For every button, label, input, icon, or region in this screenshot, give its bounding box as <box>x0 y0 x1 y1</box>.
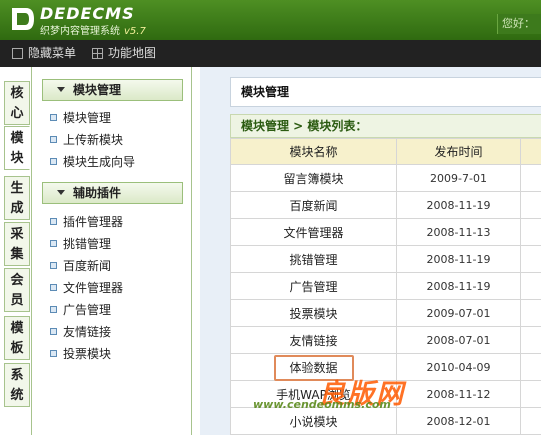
menu-group-title: 辅助插件 <box>73 186 122 200</box>
bullet-icon <box>50 136 57 143</box>
module-extra-cell <box>520 245 541 273</box>
top-toolbar: 隐藏菜单 功能地图 <box>0 40 541 67</box>
collapse-triangle-icon <box>57 87 65 92</box>
module-name-cell: 投票模块 <box>230 299 397 327</box>
function-map-label: 功能地图 <box>108 46 157 60</box>
menu-item-vote-module[interactable]: 投票模块 <box>50 345 111 363</box>
module-extra-cell <box>520 272 541 300</box>
side-tab-collect[interactable]: 采集 <box>4 222 30 266</box>
menu-item-upload-module[interactable]: 上传新模块 <box>50 131 123 149</box>
bullet-icon <box>50 158 57 165</box>
module-date-cell: 2008-11-13 <box>396 218 521 246</box>
module-name-cell: 广告管理 <box>230 272 397 300</box>
hide-menu-button[interactable]: 隐藏菜单 <box>12 46 76 61</box>
table-row[interactable]: 投票模块 2009-07-01 <box>230 299 541 327</box>
column-header-date: 发布时间 <box>396 138 521 165</box>
menu-item-label: 广告管理 <box>63 303 112 317</box>
menu-item-plugin-manager[interactable]: 插件管理器 <box>50 213 123 231</box>
menu-item-label: 模块管理 <box>63 111 112 125</box>
module-extra-cell <box>520 299 541 327</box>
module-date-cell: 2008-11-19 <box>396 245 521 273</box>
side-tab-module[interactable]: 模块 <box>4 126 30 170</box>
menu-item-file-manager[interactable]: 文件管理器 <box>50 279 123 297</box>
panel-splitter[interactable] <box>192 67 200 435</box>
menu-item-label: 投票模块 <box>63 347 112 361</box>
module-name-cell: 百度新闻 <box>230 191 397 219</box>
user-greeting: 您好： <box>497 14 541 34</box>
app-header: DEDECMS 织梦内容管理系统 v5.7 您好： <box>0 0 541 40</box>
module-date-cell: 2008-07-01 <box>396 326 521 354</box>
function-map-icon <box>92 48 103 59</box>
menu-item-label: 文件管理器 <box>63 281 124 295</box>
side-tab-system[interactable]: 系统 <box>4 363 30 407</box>
version-label: v5.7 <box>124 26 146 37</box>
menu-group-plugins[interactable]: 辅助插件 <box>42 182 183 204</box>
collapse-triangle-icon <box>57 190 65 195</box>
table-header-row: 模块名称 发布时间 <box>230 138 541 165</box>
module-date-cell: 2009-07-01 <box>396 299 521 327</box>
module-date-cell: 2008-11-19 <box>396 272 521 300</box>
brand-subtitle: 织梦内容管理系统 v5.7 <box>40 22 146 37</box>
menu-item-label: 模块生成向导 <box>63 155 136 169</box>
function-map-button[interactable]: 功能地图 <box>92 46 156 61</box>
module-name-cell: 留言簿模块 <box>230 164 397 192</box>
table-row[interactable]: 百度新闻 2008-11-19 <box>230 191 541 219</box>
dedecms-logo-icon <box>12 8 34 30</box>
menu-item-label: 插件管理器 <box>63 215 124 229</box>
bullet-icon <box>50 218 57 225</box>
bullet-icon <box>50 114 57 121</box>
brand-name: DEDECMS <box>40 4 135 23</box>
side-tab-core[interactable]: 核心 <box>4 81 30 125</box>
bullet-icon <box>50 240 57 247</box>
table-row[interactable]: 文件管理器 2008-11-13 <box>230 218 541 246</box>
watermark-url: www.cendeomms.com <box>253 398 391 411</box>
menu-item-friend-links[interactable]: 友情链接 <box>50 323 111 341</box>
module-extra-cell <box>520 191 541 219</box>
side-tab-template[interactable]: 模板 <box>4 316 30 360</box>
menu-item-label: 挑错管理 <box>63 237 112 251</box>
menu-item-ad-manage[interactable]: 广告管理 <box>50 301 111 319</box>
module-extra-cell <box>520 326 541 354</box>
breadcrumb: 模块管理 > 模块列表： <box>230 114 541 138</box>
table-row[interactable]: 友情链接 2008-07-01 <box>230 326 541 354</box>
left-menu-panel: 模块管理 模块管理 上传新模块 模块生成向导 辅助插件 插件管理器 挑错管理 百… <box>31 67 192 435</box>
bullet-icon <box>50 284 57 291</box>
module-extra-cell <box>520 164 541 192</box>
hide-menu-icon <box>12 48 23 59</box>
menu-item-label: 上传新模块 <box>63 133 124 147</box>
module-name-cell: 文件管理器 <box>230 218 397 246</box>
menu-item-error-report[interactable]: 挑错管理 <box>50 235 111 253</box>
menu-item-label: 友情链接 <box>63 325 112 339</box>
menu-item-baidu-news[interactable]: 百度新闻 <box>50 257 111 275</box>
menu-item-module-wizard[interactable]: 模块生成向导 <box>50 153 135 171</box>
side-tab-generate[interactable]: 生成 <box>4 176 30 220</box>
bullet-icon <box>50 328 57 335</box>
hide-menu-label: 隐藏菜单 <box>28 46 77 60</box>
table-row[interactable]: 广告管理 2008-11-19 <box>230 272 541 300</box>
module-extra-cell <box>520 218 541 246</box>
brand-subtitle-text: 织梦内容管理系统 <box>40 26 120 37</box>
column-header-extra <box>520 138 541 165</box>
module-date-cell: 2009-7-01 <box>396 164 521 192</box>
table-row[interactable]: 挑错管理 2008-11-19 <box>230 245 541 273</box>
menu-item-label: 百度新闻 <box>63 259 112 273</box>
module-extra-cell <box>520 353 541 381</box>
bullet-icon <box>50 306 57 313</box>
bullet-icon <box>50 350 57 357</box>
menu-group-title: 模块管理 <box>73 83 122 97</box>
menu-group-module-manage[interactable]: 模块管理 <box>42 79 183 101</box>
module-name-cell: 挑错管理 <box>230 245 397 273</box>
column-header-name: 模块名称 <box>230 138 397 165</box>
side-tab-bar: 核心 模块 生成 采集 会员 模板 系统 <box>0 67 32 435</box>
module-date-cell: 2010-04-09 <box>396 353 521 381</box>
page-title: 模块管理 <box>230 77 541 107</box>
bullet-icon <box>50 262 57 269</box>
menu-item-module-manage[interactable]: 模块管理 <box>50 109 111 127</box>
module-date-cell: 2008-11-19 <box>396 191 521 219</box>
table-row[interactable]: 留言簿模块 2009-7-01 <box>230 164 541 192</box>
module-name-cell: 友情链接 <box>230 326 397 354</box>
side-tab-member[interactable]: 会员 <box>4 268 30 312</box>
